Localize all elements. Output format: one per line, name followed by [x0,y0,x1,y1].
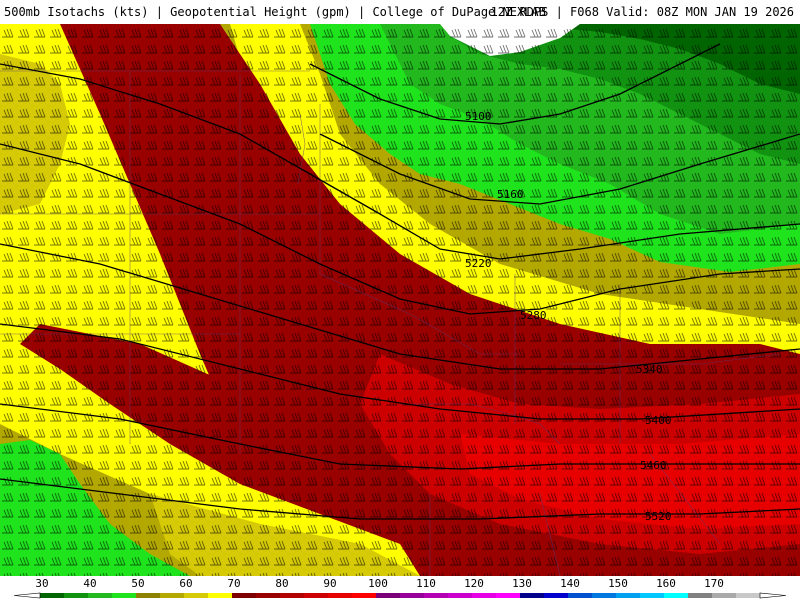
colorbar-swatch [376,593,401,598]
colorbar-label: 40 [83,577,96,590]
wind-barbs-overlay [0,24,800,576]
colorbar-swatch [40,593,65,598]
colorbar-swatch [64,593,89,598]
colorbar-swatch [184,593,209,598]
colorbar-swatch [472,593,497,598]
colorbar-swatch [352,593,377,598]
colorbar-label: 50 [131,577,144,590]
colorbar-swatch [304,593,329,598]
colorbar-label: 80 [275,577,288,590]
colorbar-label: 140 [560,577,580,590]
colorbar-swatch [616,593,641,598]
colorbar-swatch [640,593,665,598]
height-contour-label-5460: 5460 [640,459,667,472]
colorbar-label: 110 [416,577,436,590]
colorbar-swatch [664,593,689,598]
colorbar-label: 60 [179,577,192,590]
height-contour-label-5340: 5340 [636,363,663,376]
colorbar-label: 100 [368,577,388,590]
colorbar-swatch [112,593,137,598]
colorbar-swatch [544,593,569,598]
colorbar-swatch [256,593,281,598]
colorbar-swatch [520,593,545,598]
colorbar-left-arrow [13,592,41,599]
colorbar-swatch [712,593,737,598]
colorbar-swatch [496,593,521,598]
colorbar-label: 70 [227,577,240,590]
colorbar-swatch [400,593,425,598]
colorbar-swatch [88,593,113,598]
colorbar-swatch [232,593,257,598]
height-contour-label-5100: 5100 [465,110,492,123]
colorbar-swatch [280,593,305,598]
colorbar-swatch [328,593,353,598]
colorbar-label: 170 [704,577,724,590]
colorbar-label: 30 [35,577,48,590]
colorbar-label: 150 [608,577,628,590]
colorbar-swatch [568,593,593,598]
colorbar-right-arrow [759,592,787,599]
colorbar-swatch [208,593,233,598]
colorbar-swatches [40,593,761,598]
isotach-map: 5100 5160 5220 5280 5340 5400 5460 5520 [0,24,800,576]
colorbar-swatch [736,593,761,598]
height-contour-label-5280: 5280 [520,309,547,322]
colorbar-label: 90 [323,577,336,590]
colorbar-label: 120 [464,577,484,590]
colorbar-swatch [424,593,449,598]
colorbar-labels: 30 40 50 60 70 80 90 100 110 120 130 140 150 160 170 [35,577,724,590]
colorbar-swatch [160,593,185,598]
weather-map-viewer: 500mb Isotachs (kts) | Geopotential Heig… [0,0,800,600]
colorbar-swatch [688,593,713,598]
colorbar-label: 160 [656,577,676,590]
colorbar-label: 130 [512,577,532,590]
height-contour-label-5400: 5400 [645,414,672,427]
colorbar-swatch [448,593,473,598]
height-contour-label-5220: 5220 [465,257,492,270]
colorbar-swatch [592,593,617,598]
height-contour-label-5160: 5160 [497,188,524,201]
header-bar: 500mb Isotachs (kts) | Geopotential Heig… [0,0,800,24]
colorbar-swatch [136,593,161,598]
model-run-info: 12Z RDPS | F068 Valid: 08Z MON JAN 19 20… [490,5,794,19]
height-contour-label-5520: 5520 [645,510,672,523]
isotach-colorbar: 30 40 50 60 70 80 90 100 110 120 130 140 150 160 170 [13,577,787,599]
product-title: 500mb Isotachs (kts) | Geopotential Heig… [4,5,546,19]
